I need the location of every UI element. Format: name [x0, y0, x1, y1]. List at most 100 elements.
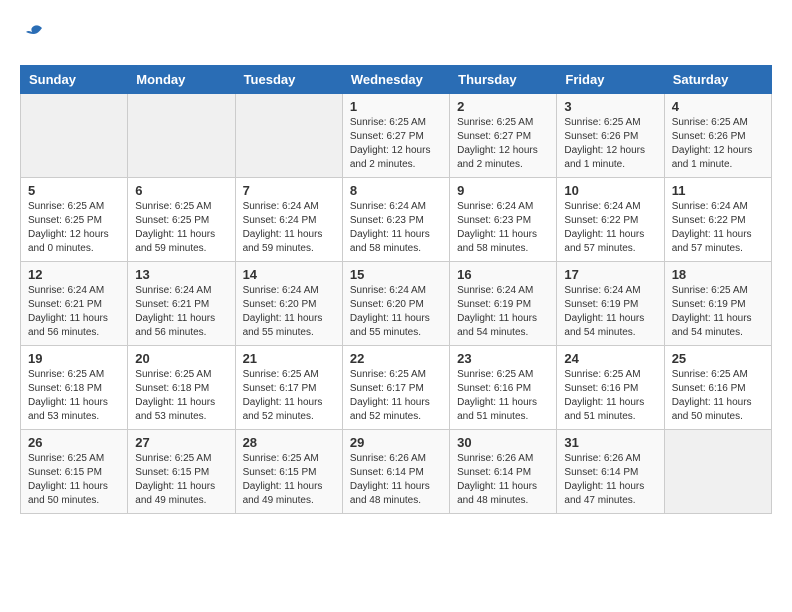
day-number: 15: [350, 267, 442, 282]
calendar-cell: 5 Sunrise: 6:25 AMSunset: 6:25 PMDaylight…: [21, 178, 128, 262]
day-info: Sunrise: 6:25 AMSunset: 6:15 PMDaylight:…: [243, 452, 335, 508]
day-info: Sunrise: 6:24 AMSunset: 6:22 PMDaylight:…: [672, 200, 764, 256]
day-number: 27: [135, 435, 227, 450]
calendar-cell: [664, 430, 771, 514]
calendar-cell: 24Sunrise: 6:25 AMSunset: 6:16 PMDayligh…: [557, 346, 664, 430]
calendar-cell: 14Sunrise: 6:24 AMSunset: 6:20 PMDayligh…: [235, 262, 342, 346]
day-info: Sunrise: 6:25 AMSunset: 6:25 PMDaylight:…: [28, 200, 120, 256]
day-number: 3: [564, 99, 656, 114]
calendar-cell: [21, 94, 128, 178]
calendar-cell: [235, 94, 342, 178]
calendar-cell: 3 Sunrise: 6:25 AMSunset: 6:26 PMDaylight…: [557, 94, 664, 178]
day-info: Sunrise: 6:25 AMSunset: 6:25 PMDaylight:…: [135, 200, 227, 256]
day-info: Sunrise: 6:25 AMSunset: 6:17 PMDaylight:…: [243, 368, 335, 424]
day-header-saturday: Saturday: [664, 66, 771, 94]
day-number: 12: [28, 267, 120, 282]
day-header-friday: Friday: [557, 66, 664, 94]
day-number: 4: [672, 99, 764, 114]
day-number: 30: [457, 435, 549, 450]
day-info: Sunrise: 6:26 AMSunset: 6:14 PMDaylight:…: [350, 452, 442, 508]
day-info: Sunrise: 6:24 AMSunset: 6:19 PMDaylight:…: [564, 284, 656, 340]
day-header-tuesday: Tuesday: [235, 66, 342, 94]
calendar-week-3: 12 Sunrise: 6:24 AMSunset: 6:21 PMDayligh…: [21, 262, 772, 346]
day-number: 22: [350, 351, 442, 366]
calendar-cell: 30 Sunrise: 6:26 AMSunset: 6:14 PMDayligh…: [450, 430, 557, 514]
day-info: Sunrise: 6:24 AMSunset: 6:24 PMDaylight:…: [243, 200, 335, 256]
day-number: 17: [564, 267, 656, 282]
calendar-cell: 10 Sunrise: 6:24 AMSunset: 6:22 PMDayligh…: [557, 178, 664, 262]
day-info: Sunrise: 6:25 AMSunset: 6:19 PMDaylight:…: [672, 284, 764, 340]
day-header-wednesday: Wednesday: [342, 66, 449, 94]
day-number: 23: [457, 351, 549, 366]
calendar-header-row: SundayMondayTuesdayWednesdayThursdayFrid…: [21, 66, 772, 94]
day-number: 7: [243, 183, 335, 198]
calendar-cell: 7 Sunrise: 6:24 AMSunset: 6:24 PMDaylight…: [235, 178, 342, 262]
page-header: [20, 20, 772, 49]
calendar-cell: 6Sunrise: 6:25 AMSunset: 6:25 PMDaylight…: [128, 178, 235, 262]
day-number: 26: [28, 435, 120, 450]
day-number: 13: [135, 267, 227, 282]
day-number: 11: [672, 183, 764, 198]
calendar-cell: 4Sunrise: 6:25 AMSunset: 6:26 PMDaylight…: [664, 94, 771, 178]
calendar-cell: 27 Sunrise: 6:25 AMSunset: 6:15 PMDayligh…: [128, 430, 235, 514]
day-info: Sunrise: 6:25 AMSunset: 6:16 PMDaylight:…: [457, 368, 549, 424]
day-info: Sunrise: 6:25 AMSunset: 6:17 PMDaylight:…: [350, 368, 442, 424]
day-info: Sunrise: 6:24 AMSunset: 6:19 PMDaylight:…: [457, 284, 549, 340]
day-info: Sunrise: 6:25 AMSunset: 6:16 PMDaylight:…: [564, 368, 656, 424]
day-info: Sunrise: 6:26 AMSunset: 6:14 PMDaylight:…: [564, 452, 656, 508]
day-number: 10: [564, 183, 656, 198]
calendar-cell: 15 Sunrise: 6:24 AMSunset: 6:20 PMDayligh…: [342, 262, 449, 346]
day-info: Sunrise: 6:24 AMSunset: 6:23 PMDaylight:…: [457, 200, 549, 256]
calendar-cell: 28 Sunrise: 6:25 AMSunset: 6:15 PMDayligh…: [235, 430, 342, 514]
day-number: 16: [457, 267, 549, 282]
day-info: Sunrise: 6:25 AMSunset: 6:27 PMDaylight:…: [457, 116, 549, 172]
day-info: Sunrise: 6:25 AMSunset: 6:18 PMDaylight:…: [28, 368, 120, 424]
calendar-cell: 21Sunrise: 6:25 AMSunset: 6:17 PMDayligh…: [235, 346, 342, 430]
calendar-cell: 17 Sunrise: 6:24 AMSunset: 6:19 PMDayligh…: [557, 262, 664, 346]
calendar-table: SundayMondayTuesdayWednesdayThursdayFrid…: [20, 65, 772, 514]
day-number: 31: [564, 435, 656, 450]
calendar-week-1: 1 Sunrise: 6:25 AMSunset: 6:27 PMDaylight…: [21, 94, 772, 178]
day-number: 25: [672, 351, 764, 366]
calendar-cell: 18 Sunrise: 6:25 AMSunset: 6:19 PMDayligh…: [664, 262, 771, 346]
day-info: Sunrise: 6:25 AMSunset: 6:26 PMDaylight:…: [564, 116, 656, 172]
calendar-cell: 22 Sunrise: 6:25 AMSunset: 6:17 PMDayligh…: [342, 346, 449, 430]
day-number: 28: [243, 435, 335, 450]
day-info: Sunrise: 6:26 AMSunset: 6:14 PMDaylight:…: [457, 452, 549, 508]
day-number: 9: [457, 183, 549, 198]
day-number: 20: [135, 351, 227, 366]
day-number: 2: [457, 99, 549, 114]
calendar-cell: [128, 94, 235, 178]
calendar-week-5: 26 Sunrise: 6:25 AMSunset: 6:15 PMDayligh…: [21, 430, 772, 514]
day-number: 8: [350, 183, 442, 198]
calendar-cell: 11 Sunrise: 6:24 AMSunset: 6:22 PMDayligh…: [664, 178, 771, 262]
day-number: 18: [672, 267, 764, 282]
day-info: Sunrise: 6:24 AMSunset: 6:23 PMDaylight:…: [350, 200, 442, 256]
calendar-cell: 9 Sunrise: 6:24 AMSunset: 6:23 PMDaylight…: [450, 178, 557, 262]
day-info: Sunrise: 6:24 AMSunset: 6:21 PMDaylight:…: [28, 284, 120, 340]
day-header-thursday: Thursday: [450, 66, 557, 94]
day-info: Sunrise: 6:25 AMSunset: 6:27 PMDaylight:…: [350, 116, 442, 172]
calendar-cell: 29 Sunrise: 6:26 AMSunset: 6:14 PMDayligh…: [342, 430, 449, 514]
day-info: Sunrise: 6:24 AMSunset: 6:20 PMDaylight:…: [350, 284, 442, 340]
calendar-cell: 25Sunrise: 6:25 AMSunset: 6:16 PMDayligh…: [664, 346, 771, 430]
calendar-cell: 12 Sunrise: 6:24 AMSunset: 6:21 PMDayligh…: [21, 262, 128, 346]
day-info: Sunrise: 6:24 AMSunset: 6:22 PMDaylight:…: [564, 200, 656, 256]
calendar-cell: 16 Sunrise: 6:24 AMSunset: 6:19 PMDayligh…: [450, 262, 557, 346]
calendar-cell: 19Sunrise: 6:25 AMSunset: 6:18 PMDayligh…: [21, 346, 128, 430]
day-info: Sunrise: 6:25 AMSunset: 6:15 PMDaylight:…: [28, 452, 120, 508]
calendar-cell: 8 Sunrise: 6:24 AMSunset: 6:23 PMDaylight…: [342, 178, 449, 262]
logo-bird-icon: [22, 20, 46, 44]
calendar-cell: 23 Sunrise: 6:25 AMSunset: 6:16 PMDayligh…: [450, 346, 557, 430]
calendar-cell: 20Sunrise: 6:25 AMSunset: 6:18 PMDayligh…: [128, 346, 235, 430]
day-number: 1: [350, 99, 442, 114]
day-info: Sunrise: 6:24 AMSunset: 6:20 PMDaylight:…: [243, 284, 335, 340]
day-info: Sunrise: 6:25 AMSunset: 6:15 PMDaylight:…: [135, 452, 227, 508]
calendar-cell: 13Sunrise: 6:24 AMSunset: 6:21 PMDayligh…: [128, 262, 235, 346]
logo: [20, 20, 46, 49]
calendar-week-4: 19Sunrise: 6:25 AMSunset: 6:18 PMDayligh…: [21, 346, 772, 430]
calendar-cell: 2 Sunrise: 6:25 AMSunset: 6:27 PMDaylight…: [450, 94, 557, 178]
day-number: 5: [28, 183, 120, 198]
day-number: 29: [350, 435, 442, 450]
calendar-week-2: 5 Sunrise: 6:25 AMSunset: 6:25 PMDaylight…: [21, 178, 772, 262]
